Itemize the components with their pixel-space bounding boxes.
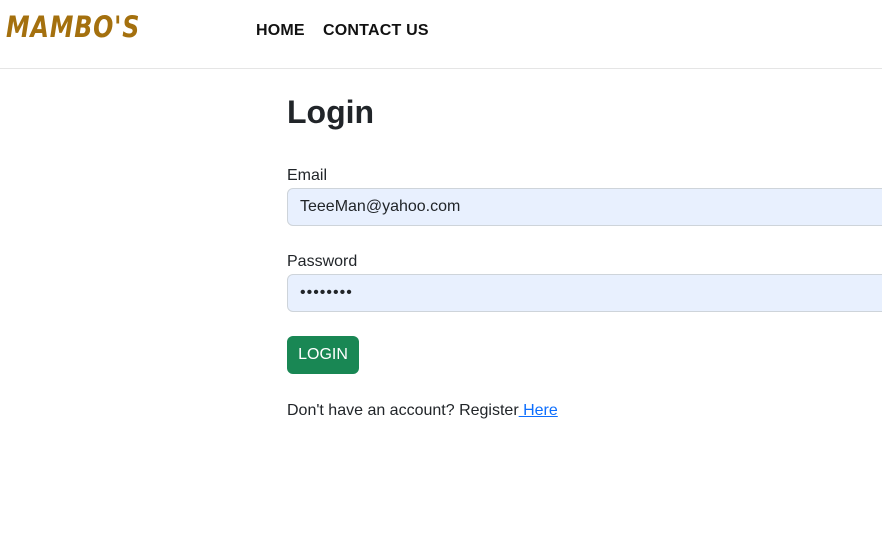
password-field[interactable] bbox=[287, 274, 882, 312]
register-prompt: Don't have an account? Register Here bbox=[287, 402, 558, 420]
page-title: Login bbox=[287, 94, 375, 130]
login-button[interactable]: LOGIN bbox=[287, 336, 359, 374]
brand-logo[interactable]: MAMBO'S bbox=[6, 10, 140, 44]
password-label: Password bbox=[287, 253, 358, 270]
register-here-link[interactable]: Here bbox=[519, 402, 558, 419]
register-prompt-text: Don't have an account? Register bbox=[287, 402, 519, 419]
nav-link-home[interactable]: HOME bbox=[256, 22, 305, 40]
navbar: MAMBO'S HOME CONTACT US bbox=[0, 0, 882, 69]
email-label: Email bbox=[287, 167, 328, 184]
email-field[interactable] bbox=[287, 188, 882, 226]
nav-link-contact-us[interactable]: CONTACT US bbox=[323, 22, 429, 40]
